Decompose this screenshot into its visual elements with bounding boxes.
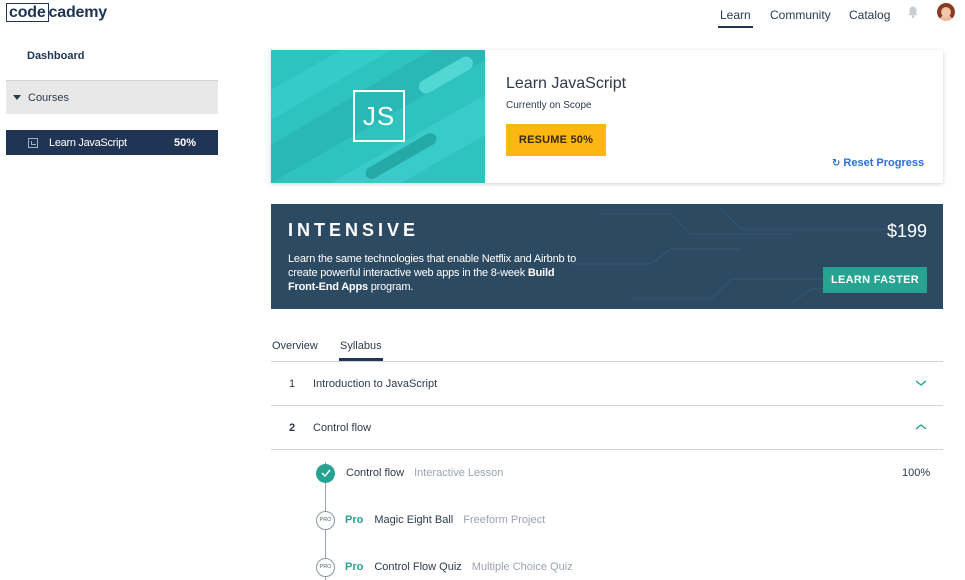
bell-icon[interactable] bbox=[906, 5, 920, 19]
lesson-name: Magic Eight Ball bbox=[374, 514, 454, 526]
intensive-banner: INTENSIVE Learn the same technologies th… bbox=[271, 204, 943, 309]
tab-syllabus[interactable]: Syllabus bbox=[339, 340, 383, 361]
unit-number: 2 bbox=[289, 421, 296, 434]
syllabus-unit-row[interactable]: 2 Control flow bbox=[271, 406, 943, 450]
course-art: JS bbox=[271, 50, 485, 183]
nav-link-catalog[interactable]: Catalog bbox=[849, 0, 890, 30]
lesson-item[interactable]: PRO Pro Control Flow Quiz Multiple Choic… bbox=[316, 557, 573, 577]
pro-label: Pro bbox=[345, 561, 364, 573]
course-current-lesson: Currently on Scope bbox=[506, 100, 592, 111]
nav-link-learn[interactable]: Learn bbox=[718, 0, 753, 30]
lesson-progress: 100% bbox=[902, 467, 931, 479]
unit-name: Control flow bbox=[313, 421, 372, 434]
user-avatar[interactable] bbox=[937, 3, 955, 21]
caret-down-icon bbox=[13, 95, 21, 100]
top-nav: code cademy Learn Community Catalog bbox=[0, 0, 965, 40]
sidebar-course-name: Learn JavaScript bbox=[49, 136, 127, 149]
lesson-type: Freeform Project bbox=[463, 514, 546, 526]
logo-text: cademy bbox=[48, 4, 108, 21]
sidebar-courses-toggle[interactable]: Courses bbox=[6, 80, 218, 114]
reset-progress-label: Reset Progress bbox=[843, 157, 925, 169]
logo-code-box: code bbox=[6, 3, 49, 22]
javascript-logo: JS bbox=[353, 90, 405, 142]
intensive-title: INTENSIVE bbox=[288, 220, 420, 240]
tab-overview[interactable]: Overview bbox=[272, 340, 318, 352]
chevron-down-icon bbox=[915, 380, 927, 386]
lesson-name: Control Flow Quiz bbox=[374, 561, 462, 573]
lesson-type: Multiple Choice Quiz bbox=[471, 561, 573, 573]
lesson-type: Interactive Lesson bbox=[414, 467, 504, 479]
resume-button[interactable]: RESUME 50% bbox=[506, 124, 606, 156]
sidebar-course-progress: 50% bbox=[173, 136, 196, 149]
pro-badge-icon: PRO bbox=[316, 557, 335, 577]
intensive-desc-end: program. bbox=[367, 281, 414, 293]
reset-progress-link[interactable]: ↻ Reset Progress bbox=[832, 157, 924, 169]
lesson-item[interactable]: Control flow Interactive Lesson bbox=[316, 463, 503, 483]
refresh-icon: ↻ bbox=[832, 157, 841, 169]
unit-name: Introduction to JavaScript bbox=[313, 377, 438, 390]
sidebar-item-learn-javascript[interactable]: Learn JavaScript 50% bbox=[6, 130, 218, 155]
course-card: JS Learn JavaScript Currently on Scope R… bbox=[271, 50, 943, 183]
chevron-up-icon bbox=[915, 424, 927, 430]
lesson-name: Control flow bbox=[346, 467, 405, 479]
codecademy-logo[interactable]: code cademy bbox=[6, 3, 107, 22]
course-title: Learn JavaScript bbox=[506, 75, 627, 92]
avatar-hair bbox=[937, 3, 955, 21]
intensive-description: Learn the same technologies that enable … bbox=[288, 252, 578, 294]
nav-link-community[interactable]: Community bbox=[770, 0, 831, 30]
sidebar-dashboard-link[interactable]: Dashboard bbox=[27, 50, 84, 62]
unit-number: 1 bbox=[289, 377, 296, 390]
checkmark-icon bbox=[316, 463, 335, 483]
pro-badge-icon: PRO bbox=[316, 510, 335, 530]
syllabus-unit-row[interactable]: 1 Introduction to JavaScript bbox=[271, 362, 943, 406]
learn-faster-button[interactable]: LEARN FASTER bbox=[823, 267, 927, 293]
lesson-item[interactable]: PRO Pro Magic Eight Ball Freeform Projec… bbox=[316, 510, 545, 530]
pro-label: Pro bbox=[345, 514, 364, 526]
course-icon bbox=[28, 137, 38, 148]
intensive-price: $199 bbox=[886, 221, 927, 241]
sidebar-courses-label: Courses bbox=[28, 91, 69, 104]
